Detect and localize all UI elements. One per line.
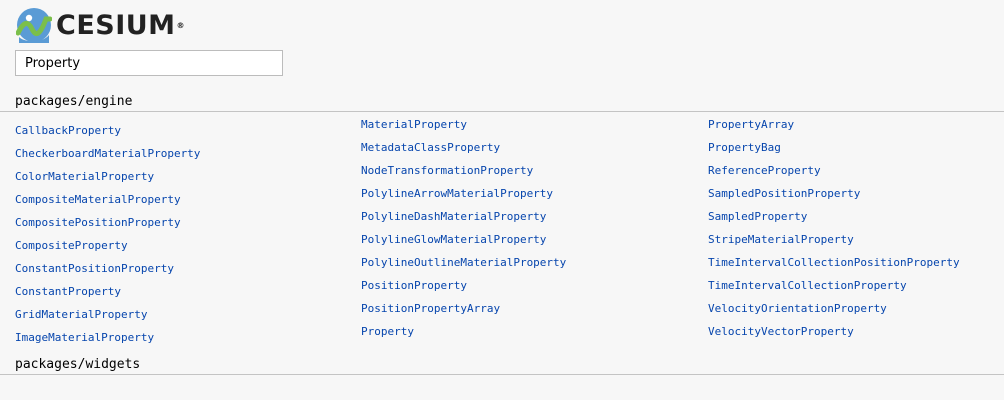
list-item: ImageMaterialProperty [15, 328, 200, 351]
class-link[interactable]: PositionProperty [361, 279, 467, 292]
class-link[interactable]: MetadataClassProperty [361, 141, 500, 154]
class-link[interactable]: GridMaterialProperty [15, 308, 147, 321]
list-item: CallbackProperty [15, 121, 200, 144]
class-link[interactable]: PolylineOutlineMaterialProperty [361, 256, 566, 269]
class-link[interactable]: ColorMaterialProperty [15, 170, 154, 183]
list-item: VelocityVectorProperty [708, 322, 960, 345]
logo-wordmark: CESIUM [56, 9, 176, 41]
class-link[interactable]: MaterialProperty [361, 118, 467, 131]
class-link[interactable]: CallbackProperty [15, 124, 121, 137]
list-item: VelocityOrientationProperty [708, 299, 960, 322]
list-item: ConstantPositionProperty [15, 259, 200, 282]
class-link[interactable]: TimeIntervalCollectionPositionProperty [708, 256, 960, 269]
section-divider [0, 111, 1004, 112]
search-input[interactable] [15, 50, 283, 76]
class-link[interactable]: VelocityVectorProperty [708, 325, 854, 338]
list-item: Property [361, 322, 566, 345]
list-item: NodeTransformationProperty [361, 161, 566, 184]
list-item: StripeMaterialProperty [708, 230, 960, 253]
list-item: CompositeMaterialProperty [15, 190, 200, 213]
class-link[interactable]: ConstantPositionProperty [15, 262, 174, 275]
list-item: ConstantProperty [15, 282, 200, 305]
engine-column-2: MaterialProperty MetadataClassProperty N… [361, 115, 566, 345]
class-link[interactable]: Property [361, 325, 414, 338]
class-link[interactable]: CompositeMaterialProperty [15, 193, 181, 206]
class-link[interactable]: ImageMaterialProperty [15, 331, 154, 344]
list-item: TimeIntervalCollectionPositionProperty [708, 253, 960, 276]
list-item: ReferenceProperty [708, 161, 960, 184]
class-link[interactable]: StripeMaterialProperty [708, 233, 854, 246]
list-item: CheckerboardMaterialProperty [15, 144, 200, 167]
list-item: MaterialProperty [361, 115, 566, 138]
class-link[interactable]: PolylineArrowMaterialProperty [361, 187, 553, 200]
class-link[interactable]: VelocityOrientationProperty [708, 302, 887, 315]
class-link[interactable]: NodeTransformationProperty [361, 164, 533, 177]
list-item: SampledPositionProperty [708, 184, 960, 207]
class-link[interactable]: CompositePositionProperty [15, 216, 181, 229]
class-link[interactable]: SampledProperty [708, 210, 807, 223]
list-item: TimeIntervalCollectionProperty [708, 276, 960, 299]
list-item: PolylineArrowMaterialProperty [361, 184, 566, 207]
class-link[interactable]: PolylineGlowMaterialProperty [361, 233, 546, 246]
section-title-engine: packages/engine [15, 94, 133, 109]
engine-column-1: CallbackProperty CheckerboardMaterialPro… [15, 121, 200, 351]
section-divider [0, 374, 1004, 375]
cesium-logo-icon [16, 8, 52, 43]
list-item: PositionPropertyArray [361, 299, 566, 322]
class-link[interactable]: PositionPropertyArray [361, 302, 500, 315]
section-title-widgets: packages/widgets [15, 357, 141, 372]
list-item: PolylineDashMaterialProperty [361, 207, 566, 230]
class-link[interactable]: ReferenceProperty [708, 164, 821, 177]
list-item: PropertyArray [708, 115, 960, 138]
registered-mark: ® [176, 20, 185, 30]
class-link[interactable]: PolylineDashMaterialProperty [361, 210, 546, 223]
engine-column-3: PropertyArray PropertyBag ReferencePrope… [708, 115, 960, 345]
class-link[interactable]: SampledPositionProperty [708, 187, 860, 200]
cesium-logo[interactable]: CESIUM ® [16, 5, 185, 45]
class-link[interactable]: CompositeProperty [15, 239, 128, 252]
list-item: ColorMaterialProperty [15, 167, 200, 190]
list-item: SampledProperty [708, 207, 960, 230]
list-item: GridMaterialProperty [15, 305, 200, 328]
list-item: PropertyBag [708, 138, 960, 161]
list-item: PolylineGlowMaterialProperty [361, 230, 566, 253]
class-link[interactable]: CheckerboardMaterialProperty [15, 147, 200, 160]
list-item: MetadataClassProperty [361, 138, 566, 161]
class-link[interactable]: PropertyBag [708, 141, 781, 154]
class-link[interactable]: TimeIntervalCollectionProperty [708, 279, 907, 292]
class-link[interactable]: PropertyArray [708, 118, 794, 131]
class-link[interactable]: ConstantProperty [15, 285, 121, 298]
list-item: CompositePositionProperty [15, 213, 200, 236]
list-item: CompositeProperty [15, 236, 200, 259]
list-item: PolylineOutlineMaterialProperty [361, 253, 566, 276]
list-item: PositionProperty [361, 276, 566, 299]
